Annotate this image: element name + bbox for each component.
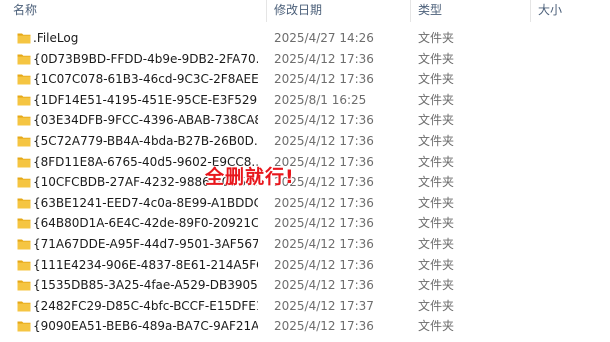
file-type: 文件夹 — [418, 92, 455, 107]
folder-icon — [17, 321, 31, 332]
file-row[interactable]: {2482FC29-D85C-4bfc-BCCF-E15DFE1... 2025/… — [0, 296, 610, 317]
file-name: {1C07C078-61B3-46cd-9C3C-2F8AEE... — [33, 72, 258, 87]
annotation-text: 全删就行! — [205, 166, 295, 188]
file-type: 文件夹 — [418, 133, 455, 148]
file-type: 文件夹 — [418, 195, 455, 210]
file-type: 文件夹 — [418, 154, 455, 169]
file-row[interactable]: {1C07C078-61B3-46cd-9C3C-2F8AEE... 2025/4… — [0, 69, 610, 90]
folder-icon — [17, 74, 31, 85]
file-name: {71A67DDE-A95F-44d7-9501-3AF567... — [33, 236, 258, 251]
folder-icon — [17, 239, 31, 250]
file-type: 文件夹 — [418, 31, 455, 45]
file-row[interactable]: {64B80D1A-6E4C-42de-89F0-20921C... 2025/4… — [0, 213, 610, 234]
file-name: {111E4234-906E-4837-8E61-214A5FC... — [33, 257, 258, 272]
file-date: 2025/4/12 17:36 — [274, 133, 374, 148]
file-name: {9090EA51-BEB6-489a-BA7C-9AF21A... — [33, 319, 258, 334]
folder-icon — [17, 260, 31, 271]
folder-icon — [17, 280, 31, 291]
file-row[interactable]: {1535DB85-3A25-4fae-A529-DB3905... 2025/4… — [0, 275, 610, 296]
file-row[interactable]: {0D73B9BD-FFDD-4b9e-9DB2-2FA70... 2025/4/… — [0, 49, 610, 70]
file-name: {1DF14E51-4195-451E-95CE-E3F5295... — [33, 92, 258, 107]
file-row[interactable]: {5C72A779-BB4A-4bda-B27B-26B0D... 2025/4/… — [0, 131, 610, 152]
file-date: 2025/4/12 17:36 — [274, 319, 374, 334]
file-date: 2025/8/1 16:25 — [274, 92, 367, 107]
file-type: 文件夹 — [418, 51, 455, 66]
file-name: {03E34DFB-9FCC-4396-ABAB-738CA8... — [33, 113, 258, 128]
file-date: 2025/4/12 17:36 — [274, 257, 374, 272]
file-type: 文件夹 — [418, 216, 455, 231]
folder-icon — [17, 136, 31, 147]
folder-icon — [17, 198, 31, 209]
file-row[interactable]: {71A67DDE-A95F-44d7-9501-3AF567... 2025/4… — [0, 234, 610, 255]
column-divider[interactable] — [266, 0, 267, 22]
file-name: {5C72A779-BB4A-4bda-B27B-26B0D... — [33, 133, 258, 148]
file-type: 文件夹 — [418, 72, 455, 87]
file-date: 2025/4/12 17:36 — [274, 236, 374, 251]
folder-icon — [17, 33, 31, 44]
file-row[interactable]: {8FD11E8A-6765-40d5-9602-E9CC8... 2025/4/… — [0, 152, 610, 173]
column-date[interactable]: 修改日期 — [274, 0, 322, 22]
folder-icon — [17, 54, 31, 65]
file-name: {64B80D1A-6E4C-42de-89F0-20921C... — [33, 216, 258, 231]
file-name: {2482FC29-D85C-4bfc-BCCF-E15DFE1... — [33, 298, 258, 313]
file-date: 2025/4/12 17:36 — [274, 278, 374, 293]
file-name: .FileLog — [33, 31, 79, 45]
file-row[interactable]: {111E4234-906E-4837-8E61-214A5FC... 2025/… — [0, 255, 610, 276]
file-row[interactable]: {03E34DFB-9FCC-4396-ABAB-738CA8... 2025/4… — [0, 110, 610, 131]
column-divider[interactable] — [530, 0, 531, 22]
folder-icon — [17, 157, 31, 168]
folder-icon — [17, 95, 31, 106]
column-divider[interactable] — [410, 0, 411, 22]
column-header: 名称 修改日期 类型 大小 — [0, 0, 610, 26]
file-date: 2025/4/12 17:36 — [274, 51, 374, 66]
file-name: {0D73B9BD-FFDD-4b9e-9DB2-2FA70... — [33, 51, 258, 66]
file-date: 2025/4/12 17:37 — [274, 298, 374, 313]
file-name: {1535DB85-3A25-4fae-A529-DB3905... — [33, 278, 258, 293]
file-type: 文件夹 — [418, 319, 455, 334]
file-type: 文件夹 — [418, 257, 455, 272]
column-name[interactable]: 名称 — [13, 0, 37, 22]
file-date: 2025/4/12 17:36 — [274, 216, 374, 231]
file-type: 文件夹 — [418, 175, 455, 190]
column-size[interactable]: 大小 — [538, 0, 562, 22]
file-row[interactable]: {1DF14E51-4195-451E-95CE-E3F5295... 2025/… — [0, 90, 610, 111]
folder-icon — [17, 177, 31, 188]
file-row[interactable]: {63BE1241-EED7-4c0a-8E99-A1BDDC... 2025/4… — [0, 193, 610, 214]
file-type: 文件夹 — [418, 278, 455, 293]
file-row[interactable]: {10CFCBDB-27AF-4232-9886-40D56... 2025/4/… — [0, 172, 610, 193]
file-type: 文件夹 — [418, 113, 455, 128]
file-row[interactable]: {9090EA51-BEB6-489a-BA7C-9AF21A... 2025/4… — [0, 316, 610, 337]
file-date: 2025/4/12 17:36 — [274, 113, 374, 128]
folder-icon — [17, 115, 31, 126]
file-type: 文件夹 — [418, 298, 455, 313]
file-list: .FileLog 2025/4/27 14:26 文件夹 {0D73B9BD-FFDD… — [0, 28, 610, 337]
file-name: {63BE1241-EED7-4c0a-8E99-A1BDDC... — [33, 195, 258, 210]
file-date: 2025/4/12 17:36 — [274, 72, 374, 87]
file-type: 文件夹 — [418, 236, 455, 251]
column-type[interactable]: 类型 — [418, 0, 442, 22]
folder-icon — [17, 301, 31, 312]
folder-icon — [17, 218, 31, 229]
file-date: 2025/4/27 14:26 — [274, 31, 374, 45]
file-row[interactable]: .FileLog 2025/4/27 14:26 文件夹 — [0, 28, 610, 49]
file-date: 2025/4/12 17:36 — [274, 195, 374, 210]
